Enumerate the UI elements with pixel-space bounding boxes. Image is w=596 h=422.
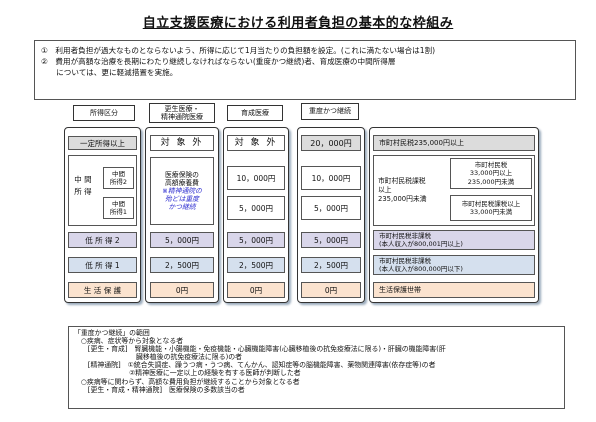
juudo-tei1: 2，500円 (301, 257, 361, 273)
kosei-seikatsu: 0円 (150, 282, 214, 298)
juudo-seikatsu: 0円 (301, 282, 361, 298)
juudo-chukan1: 5，000円 (301, 196, 361, 220)
note-line: については、更に軽減措置を実施。 (41, 68, 178, 77)
ikusei-chukan1: 5，000円 (227, 196, 285, 220)
ikusei-seikatsu: 0円 (227, 282, 285, 298)
kosei-tei1: 2，500円 (150, 257, 214, 273)
criteria-ittei: 市町村民税235,000円以上 (373, 135, 535, 151)
ikusei-ittei: 対 象 外 (227, 135, 285, 151)
kosei-chukan: 医療保険の 高額療養費 ※精神通院の 殆どは重度 かつ継続 (150, 157, 214, 225)
note-line: ② 費用が高額な治療を長期にわたり継続しなければならない(重度かつ継続)者、育成… (41, 57, 396, 66)
note-line: ① 利用者負担が過大なものとならないよう、所得に応じて1月当たりの負担額を設定。… (41, 46, 436, 55)
kosei-ittei: 対 象 外 (150, 135, 214, 151)
bottom-line: ②精神医療に一定以上の経験を有する医師が判断した者 (74, 369, 301, 378)
criteria-tei1: 市町村民税非課税 (本人収入が800,000円以下) (373, 255, 535, 275)
page-title: 自立支援医療における利用者負担の基本的な枠組み (142, 16, 454, 31)
criteria-tei2: 市町村民税非課税 (本人収入が800,001円以上) (373, 230, 535, 250)
bottom-line: [更生・育成・精神通院] 医療保険の多数該当の者 (74, 385, 245, 394)
label-seikatsu: 生 活 保 護 (68, 282, 137, 298)
header-juudo: 重度かつ継続 (301, 103, 359, 120)
criteria-chukan-top: 市町村民税 33,000円以上 235,000円未満 (450, 158, 532, 189)
header-kosei: 更生医療・ 精神通院医療 (149, 103, 215, 123)
label-chukan2: 中間 所得2 (103, 167, 134, 189)
kosei-chukan-main: 医療保険の 高額療養費 (165, 171, 199, 187)
label-chukan1: 中間 所得1 (103, 197, 134, 219)
juudo-ittei: 20，000円 (301, 135, 361, 151)
header-income: 所得区分 (73, 105, 135, 121)
juudo-tei2: 5，000円 (301, 232, 361, 248)
bottom-line: ○疾病等に関わらず、高額な費用負担が継続することから対象となる者 (74, 377, 300, 386)
label-ittei: 一定所得以上 (68, 136, 137, 150)
label-tei1: 低 所 得 1 (68, 257, 137, 273)
label-chukan: 中 間 所 得 (74, 175, 92, 196)
label-tei2: 低 所 得 2 (68, 232, 137, 248)
criteria-seikatsu: 生活保護世帯 (373, 282, 535, 298)
juudo-chukan2: 10，000円 (301, 166, 361, 190)
kosei-tei2: 5，000円 (150, 232, 214, 248)
bottom-notes-box: 「重度かつ継続」の範囲 ○疾病、症状等から対象となる者 [更生・育成] 腎臓機能… (68, 326, 565, 409)
ikusei-tei2: 5，000円 (227, 232, 285, 248)
kosei-chukan-note: ※精神通院の 殆どは重度 かつ継続 (162, 187, 202, 211)
bottom-line: ○疾病、症状等から対象となる者 (74, 337, 184, 346)
header-ikusei: 育成医療 (227, 105, 283, 121)
bottom-line: 「重度かつ継続」の範囲 (74, 329, 150, 337)
criteria-chukan-left: 市町村民税課税 以上 235,000円未満 (378, 177, 427, 203)
ikusei-tei1: 2，500円 (227, 257, 285, 273)
ikusei-chukan2: 10，000円 (227, 166, 285, 190)
notes-box: ① 利用者負担が過大なものとならないよう、所得に応じて1月当たりの負担額を設定。… (34, 40, 576, 100)
criteria-chukan-bottom: 市町村民税課税以上 33,000円未満 (450, 195, 532, 221)
